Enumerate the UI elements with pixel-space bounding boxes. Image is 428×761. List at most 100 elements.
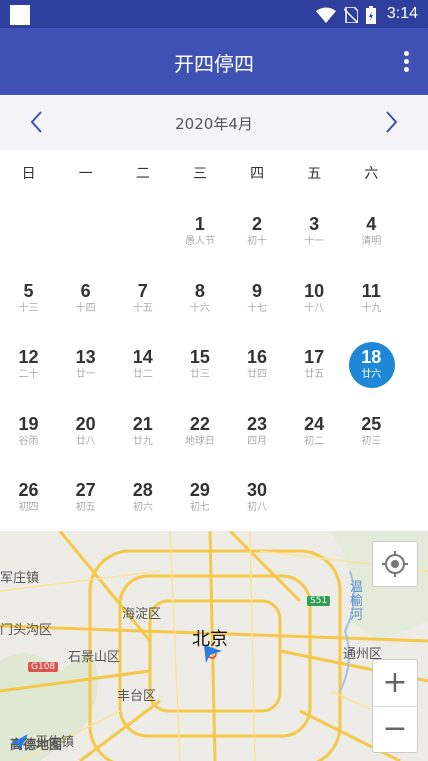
map-label: 丰台区 [117, 689, 157, 704]
day-number: 16 [247, 347, 268, 367]
day-number: 28 [132, 480, 153, 500]
day-cell[interactable]: 1 愚人节 [171, 198, 228, 265]
day-cell[interactable]: 27 初五 [57, 464, 114, 531]
day-number: 14 [132, 347, 153, 367]
day-lunar-label: 初四 [18, 502, 39, 513]
day-cell[interactable]: 18 廿六 [343, 331, 400, 398]
day-lunar-label: 廿三 [189, 369, 210, 380]
day-number: 2 [252, 214, 263, 234]
day-cell[interactable]: 12 二十 [0, 331, 57, 398]
status-bar: 3:14 [0, 0, 428, 28]
day-cell[interactable]: 26 初四 [0, 464, 57, 531]
weekday-label: 五 [307, 166, 322, 182]
more-options-icon[interactable] [402, 51, 410, 75]
day-cell[interactable]: 20 廿八 [57, 398, 114, 465]
day-cell[interactable]: 4 清明 [343, 198, 400, 265]
month-label: 2020年4月 [175, 115, 253, 133]
day-lunar-label: 十五 [132, 302, 153, 314]
map-view[interactable]: 军庄镇 门头沟区 海淀区 石景山区 北京 丰台区 通州区 温榆河 王佐镇 S51… [0, 531, 428, 761]
day-cell[interactable]: 22 地球日 [171, 398, 228, 465]
weekday-label: 四 [250, 166, 265, 182]
day-lunar-label: 廿一 [75, 369, 96, 380]
day-number: 25 [361, 413, 382, 434]
day-cell[interactable]: 24 初二 [286, 398, 343, 465]
wifi-icon [316, 7, 336, 23]
day-lunar-label: 地球日 [184, 435, 215, 447]
day-number: 26 [18, 480, 39, 500]
day-cell[interactable]: 5 十三 [0, 265, 57, 332]
day-cell[interactable]: 13 廿一 [57, 331, 114, 398]
crosshair-icon [382, 551, 408, 577]
weekday-label: 日 [21, 166, 36, 182]
day-lunar-label: 初三 [361, 435, 382, 447]
map-label-river: 温榆河 [350, 580, 364, 623]
day-number: 6 [80, 280, 91, 301]
day-lunar-label: 初八 [247, 502, 268, 513]
week-row: 19 谷雨 20 廿八 21 廿九 22 地球日 23 四月 24 初二 25 初三 [0, 398, 428, 465]
day-cell[interactable]: 8 十六 [171, 265, 228, 332]
day-cell[interactable]: 7 十五 [114, 265, 171, 332]
status-time: 3:14 [386, 5, 418, 22]
day-number: 17 [304, 347, 325, 367]
locate-button[interactable] [372, 541, 418, 587]
day-number: 5 [23, 280, 34, 301]
day-lunar-label: 二十 [18, 369, 39, 380]
day-number: 13 [75, 347, 96, 367]
day-number: 4 [366, 214, 377, 234]
weekday-label: 二 [135, 166, 150, 182]
day-cell[interactable]: 25 初三 [343, 398, 400, 465]
map-label: 门头沟区 [0, 623, 53, 638]
empty-day-cell [0, 198, 57, 265]
day-lunar-label: 初十 [247, 236, 268, 247]
day-lunar-label: 十三 [18, 302, 39, 314]
empty-day-cell [343, 464, 400, 531]
day-cell[interactable]: 15 廿三 [171, 331, 228, 398]
zoom-out-button[interactable]: − [373, 706, 417, 752]
day-lunar-label: 初七 [189, 502, 210, 513]
day-number: 20 [75, 413, 96, 434]
status-icons [316, 6, 376, 24]
day-cell[interactable]: 14 廿二 [114, 331, 171, 398]
day-cell[interactable]: 23 四月 [229, 398, 286, 465]
calendar-grid: 1 愚人节 2 初十 3 十一 4 清明 5 十三 6 十四 7 十五 8 十六 9 十七 10 十八 11 十九 12 二十… [0, 198, 428, 531]
zoom-in-button[interactable]: + [373, 660, 417, 707]
empty-day-cell [57, 198, 114, 265]
weekday-header: 日 一 二 三 四 五 六 [0, 150, 428, 198]
app-bar: 开四停四 [0, 28, 428, 95]
day-lunar-label: 廿九 [132, 435, 153, 447]
day-cell[interactable]: 28 初六 [114, 464, 171, 531]
day-cell[interactable]: 2 初十 [229, 198, 286, 265]
day-cell[interactable]: 11 十九 [343, 265, 400, 332]
day-cell[interactable]: 17 廿五 [286, 331, 343, 398]
day-cell[interactable]: 10 十八 [286, 265, 343, 332]
day-cell[interactable]: 19 谷雨 [0, 398, 57, 465]
map-label-city: 北京 [192, 629, 228, 650]
day-lunar-label: 廿六 [361, 369, 382, 380]
day-number: 21 [132, 413, 153, 434]
notification-icon [10, 5, 30, 25]
day-cell[interactable]: 30 初八 [229, 464, 286, 531]
week-row: 26 初四 27 初五 28 初六 29 初七 30 初八 [0, 464, 428, 531]
day-number: 23 [247, 413, 268, 434]
map-label: 石景山区 [68, 650, 121, 665]
day-lunar-label: 愚人节 [184, 236, 215, 247]
chevron-right-icon[interactable] [376, 107, 406, 137]
day-number: 7 [137, 280, 148, 301]
day-cell[interactable]: 6 十四 [57, 265, 114, 332]
map-label: 海淀区 [122, 607, 162, 622]
day-number: 24 [304, 413, 325, 434]
day-cell[interactable]: 29 初七 [171, 464, 228, 531]
day-cell[interactable]: 3 十一 [286, 198, 343, 265]
weekday-label: 一 [78, 166, 93, 182]
zoom-controls: + − [372, 659, 418, 753]
day-number: 15 [189, 347, 210, 367]
day-number: 18 [361, 347, 382, 367]
day-number: 27 [75, 480, 96, 500]
day-number: 22 [189, 413, 210, 434]
weekday-label: 三 [192, 166, 207, 182]
day-cell[interactable]: 16 廿四 [229, 331, 286, 398]
day-cell[interactable]: 21 廿九 [114, 398, 171, 465]
day-number: 29 [189, 480, 210, 500]
day-lunar-label: 廿二 [132, 369, 153, 380]
day-cell[interactable]: 9 十七 [229, 265, 286, 332]
